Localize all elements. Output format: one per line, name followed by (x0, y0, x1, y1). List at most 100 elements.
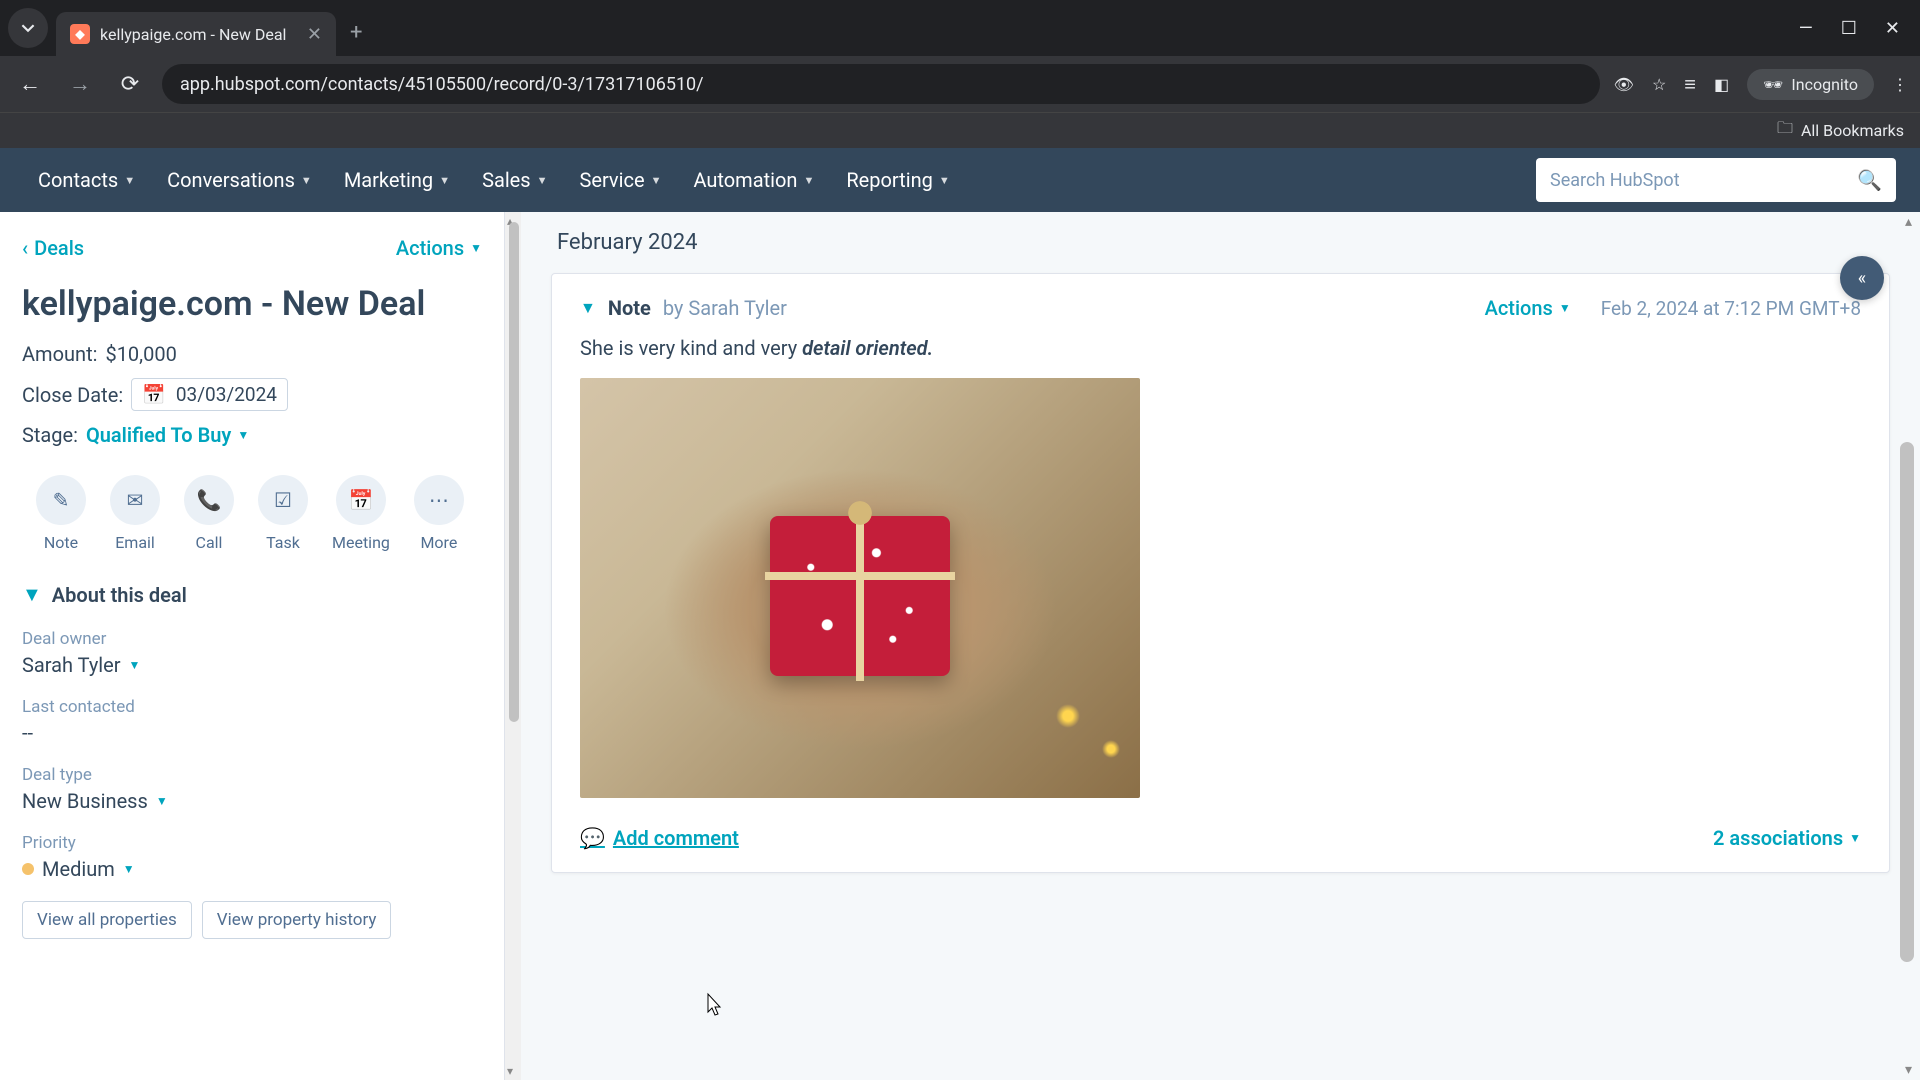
browser-tab[interactable]: ◆ kellypaige.com - New Deal ✕ (56, 12, 336, 56)
close-window-icon[interactable]: ✕ (1885, 18, 1900, 39)
search-icon[interactable]: 🔍 (1857, 168, 1882, 192)
priority-dot-icon (22, 863, 34, 875)
eye-off-icon[interactable]: 👁 (1614, 75, 1634, 94)
chevron-down-icon: ▼ (803, 174, 814, 187)
chevron-down-icon: ▼ (156, 794, 168, 808)
prop-value-lastcontacted: -- (22, 721, 482, 745)
chevron-down-icon: ▼ (651, 174, 662, 187)
close-tab-icon[interactable]: ✕ (307, 24, 322, 45)
scroll-up-icon: ▴ (1905, 214, 1912, 230)
hubspot-favicon: ◆ (70, 24, 90, 44)
chevron-down-icon: ▼ (439, 174, 450, 187)
note-timestamp: Feb 2, 2024 at 7:12 PM GMT+8 (1601, 297, 1861, 320)
chevron-down-icon: ▼ (1559, 301, 1571, 315)
chevron-down-icon: ▼ (22, 582, 42, 607)
view-all-properties-button[interactable]: View all properties (22, 901, 192, 939)
deal-stage: Stage: Qualified To Buy ▼ (22, 423, 482, 447)
action-email[interactable]: ✉Email (110, 475, 160, 552)
action-meeting[interactable]: 📅Meeting (332, 475, 390, 552)
deal-title: kellypaige.com - New Deal (22, 284, 482, 324)
address-bar[interactable]: app.hubspot.com/contacts/45105500/record… (162, 64, 1600, 104)
all-bookmarks-link[interactable]: All Bookmarks (1801, 121, 1904, 140)
prop-label-dealtype: Deal type (22, 765, 482, 785)
action-note[interactable]: ✎Note (36, 475, 86, 552)
maximize-icon[interactable]: ☐ (1841, 18, 1857, 39)
main-scrollbar[interactable]: ▴ ▾ (1898, 212, 1916, 1080)
note-author: by Sarah Tyler (663, 296, 787, 320)
nav-automation[interactable]: Automation▼ (679, 160, 828, 200)
browser-tab-strip: ◆ kellypaige.com - New Deal ✕ + — ☐ ✕ (0, 0, 1920, 56)
view-property-history-button[interactable]: View property history (202, 901, 392, 939)
task-icon: ☑ (274, 488, 292, 512)
chevron-down-icon: ▼ (537, 174, 548, 187)
activity-timeline: February 2024 « ▼ Note by Sarah Tyler Ac… (521, 212, 1920, 1080)
new-tab-button[interactable]: + (350, 20, 362, 45)
edit-icon: ✎ (53, 488, 70, 512)
calendar-icon: 📅 (348, 488, 373, 512)
incognito-badge[interactable]: 🕶 Incognito (1747, 69, 1874, 100)
window-controls: — ☐ ✕ (1799, 18, 1912, 39)
nav-sales[interactable]: Sales▼ (468, 160, 561, 200)
sidebar-scrollbar[interactable]: ▴ ▾ (505, 212, 521, 1080)
deal-amount: Amount: $10,000 (22, 342, 482, 366)
deal-actions-dropdown[interactable]: Actions ▼ (396, 236, 482, 260)
tab-search-button[interactable] (8, 8, 48, 48)
chevron-down-icon: ▼ (124, 174, 135, 187)
scrollbar-thumb[interactable] (509, 222, 519, 722)
prop-value-priority[interactable]: Medium▼ (22, 857, 482, 881)
bookmark-star-icon[interactable]: ☆ (1652, 75, 1666, 94)
about-section-header[interactable]: ▼ About this deal (22, 582, 482, 607)
forward-button[interactable]: → (62, 71, 98, 97)
chevron-down-icon: ▼ (470, 241, 482, 255)
prop-value-owner[interactable]: Sarah Tyler▼ (22, 653, 482, 677)
scroll-down-icon: ▾ (507, 1064, 513, 1078)
chevron-down-icon: ▼ (129, 658, 141, 672)
nav-contacts[interactable]: Contacts▼ (24, 160, 149, 200)
scrollbar-thumb[interactable] (1900, 442, 1914, 962)
back-to-deals[interactable]: ‹ Deals (22, 236, 84, 260)
nav-marketing[interactable]: Marketing▼ (330, 160, 464, 200)
nav-service[interactable]: Service▼ (566, 160, 676, 200)
more-icon: ⋯ (429, 488, 449, 512)
back-button[interactable]: ← (12, 71, 48, 97)
chevron-down-icon: ▼ (123, 862, 135, 876)
action-task[interactable]: ☑Task (258, 475, 308, 552)
collapse-note-icon[interactable]: ▼ (580, 298, 596, 318)
search-input[interactable] (1550, 170, 1857, 191)
reload-button[interactable]: ⟳ (112, 72, 148, 97)
url-text: app.hubspot.com/contacts/45105500/record… (180, 74, 704, 95)
browser-menu-icon[interactable]: ⋮ (1892, 75, 1908, 94)
search-box[interactable]: 🔍 (1536, 158, 1896, 202)
action-call[interactable]: 📞Call (184, 475, 234, 552)
chevron-down-icon: ▼ (301, 174, 312, 187)
nav-reporting[interactable]: Reporting▼ (832, 160, 963, 200)
scroll-down-icon: ▾ (1905, 1062, 1912, 1078)
note-type-label: Note (608, 296, 651, 320)
close-date-input[interactable]: 📅 03/03/2024 (131, 378, 288, 411)
prop-label-priority: Priority (22, 833, 482, 853)
tab-title: kellypaige.com - New Deal (100, 25, 297, 44)
stage-dropdown[interactable]: Qualified To Buy ▼ (86, 423, 249, 447)
chevron-left-icon: ‹ (22, 236, 28, 260)
email-icon: ✉ (127, 488, 144, 512)
note-actions-dropdown[interactable]: Actions ▼ (1485, 296, 1571, 320)
chevron-down-icon (21, 21, 35, 35)
note-attachment-image[interactable] (580, 378, 1140, 798)
chevron-down-icon: ▼ (1849, 831, 1861, 845)
bookmarks-bar: 🗀 All Bookmarks (0, 112, 1920, 148)
playlist-icon[interactable]: ≡ (1684, 72, 1696, 97)
minimize-icon[interactable]: — (1799, 18, 1813, 39)
phone-icon: 📞 (197, 488, 222, 512)
collapse-panel-button[interactable]: « (1840, 256, 1884, 300)
incognito-label: Incognito (1791, 75, 1858, 94)
nav-conversations[interactable]: Conversations▼ (153, 160, 326, 200)
add-comment-link[interactable]: 💬 Add comment (580, 826, 739, 850)
deal-close-date: Close Date: 📅 03/03/2024 (22, 378, 482, 411)
chevron-down-icon: ▼ (237, 428, 249, 442)
action-more[interactable]: ⋯More (414, 475, 464, 552)
chevron-down-icon: ▼ (939, 174, 950, 187)
associations-dropdown[interactable]: 2 associations ▼ (1713, 826, 1861, 850)
side-panel-icon[interactable]: ◧ (1714, 75, 1729, 94)
prop-value-dealtype[interactable]: New Business▼ (22, 789, 482, 813)
browser-toolbar: ← → ⟳ app.hubspot.com/contacts/45105500/… (0, 56, 1920, 112)
